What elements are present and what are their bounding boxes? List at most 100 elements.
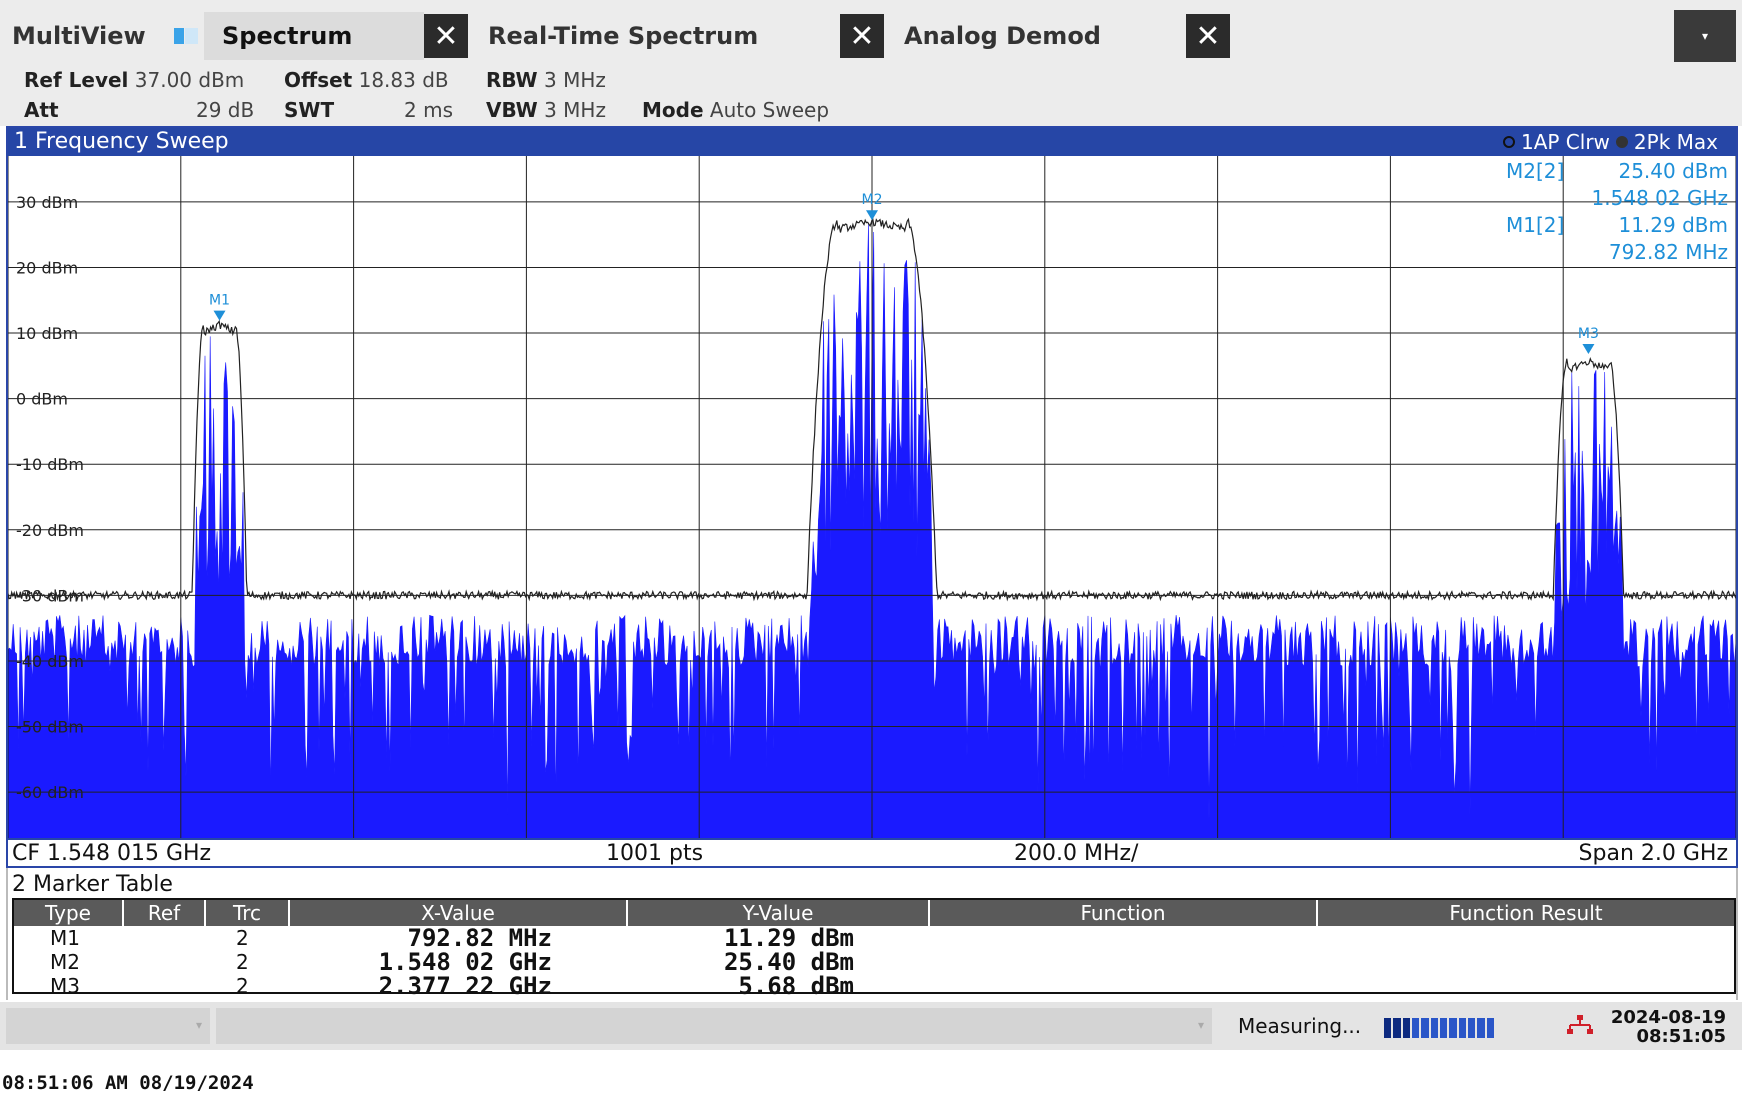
att-label: Att — [24, 98, 59, 122]
marker-readout-y-value: 25.40 dBm — [1618, 159, 1728, 183]
measurement-settings: Ref Level 37.00 dBm Offset 18.83 dB RBW … — [0, 64, 1742, 126]
marker-trace: 2 — [236, 974, 249, 998]
frequency-sweep-window[interactable]: 1 Frequency Sweep 1AP Clrw 2Pk Max M1 M2 M… — [6, 126, 1738, 868]
marker-y-value: 5.68 dBm — [738, 972, 854, 1000]
sweep-title-bar: 1 Frequency Sweep 1AP Clrw 2Pk Max — [8, 128, 1736, 156]
marker-readout-group: M2[2] 25.40 dBm 1.548 02 GHz M1[2] 11.29 dBm… — [1506, 159, 1728, 264]
close-icon[interactable]: ✕ — [840, 14, 884, 58]
table-row[interactable]: M3 2 2.377 22 GHz 5.68 dBm — [14, 974, 1734, 998]
progress-segment — [1384, 1018, 1392, 1038]
y-tick-label: -60 dBm — [16, 783, 84, 802]
y-tick-label: -40 dBm — [16, 652, 84, 671]
status-field[interactable]: ▾ — [6, 1008, 210, 1044]
rbw-setting[interactable]: RBW 3 MHz — [486, 68, 606, 92]
spectrum-plot[interactable]: M1 M2 M3 30 dBm 20 dBm 10 dBm 0 dBm -10 dBm -20… — [8, 156, 1736, 838]
trace-legend: 1AP Clrw 2Pk Max — [1502, 130, 1718, 154]
marker-label: M3 — [1578, 326, 1599, 342]
table-row[interactable]: M2 2 1.548 02 GHz 25.40 dBm — [14, 950, 1734, 974]
progress-segment — [1393, 1018, 1401, 1038]
marker-table-window[interactable]: 2 Marker Table Type Ref Trc X-Value Y-Va… — [6, 868, 1738, 1000]
y-tick-label: 0 dBm — [16, 390, 68, 409]
progress-segment — [1439, 1018, 1448, 1038]
swt-value-holder: 2 ms — [404, 98, 453, 122]
close-icon[interactable]: ✕ — [1186, 14, 1230, 58]
marker-label: M1 — [209, 293, 230, 309]
trace-1-label: 1AP Clrw — [1520, 130, 1610, 154]
chevron-down-icon: ▾ — [195, 1018, 202, 1032]
marker-readout-x-value: 1.548 02 GHz — [1592, 186, 1728, 210]
multiview-icon — [174, 28, 198, 44]
att-setting[interactable]: Att — [24, 98, 59, 122]
frequency-per-division-label: 200.0 MHz/ — [1014, 841, 1139, 866]
tab-analog-demod[interactable]: Analog Demod — [890, 12, 1180, 60]
marker-triangle-icon — [213, 310, 226, 321]
column-header-type[interactable]: Type — [14, 900, 122, 926]
rbw-value: 3 MHz — [543, 68, 606, 92]
marker-label: M2 — [862, 192, 883, 208]
swt-value: 2 ms — [404, 98, 453, 122]
tab-spectrum-label: Spectrum — [222, 22, 353, 50]
progress-segment — [1449, 1018, 1457, 1038]
offset-setting[interactable]: Offset 18.83 dB — [284, 68, 449, 92]
offset-label: Offset — [284, 68, 353, 92]
status-time: 08:51:05 — [1636, 1026, 1726, 1047]
swt-setting[interactable]: SWT — [284, 98, 334, 122]
chevron-down-icon: ▾ — [1197, 1018, 1204, 1032]
marker-type: M2 — [50, 950, 80, 974]
marker-readout-x-value: 792.82 MHz — [1609, 240, 1728, 264]
y-tick-label: 20 dBm — [16, 258, 78, 277]
y-tick-label: 10 dBm — [16, 324, 78, 343]
ref-level-setting[interactable]: Ref Level 37.00 dBm — [24, 68, 244, 92]
tab-bar: MultiView Spectrum ✕ Real-Time Spectrum … — [0, 0, 1742, 70]
table-row[interactable]: M1 2 792.82 MHz 11.29 dBm — [14, 926, 1734, 950]
sweep-title: 1 Frequency Sweep — [14, 129, 229, 154]
marker-trace: 2 — [236, 950, 249, 974]
status-message-field[interactable]: ▾ — [216, 1008, 1212, 1044]
trace-1-indicator-icon — [1502, 136, 1515, 148]
column-header-ref[interactable]: Ref — [124, 900, 204, 926]
mode-setting[interactable]: Mode Auto Sweep — [642, 98, 829, 122]
marker-table: Type Ref Trc X-Value Y-Value Function Fu… — [12, 898, 1736, 998]
ref-level-value: 37.00 dBm — [134, 68, 245, 92]
sweep-points-label: 1001 pts — [606, 841, 704, 866]
column-header-y-value[interactable]: Y-Value — [628, 900, 928, 926]
y-tick-label: -10 dBm — [16, 455, 84, 474]
marker-trace: 2 — [236, 926, 249, 950]
y-tick-label: 30 dBm — [16, 193, 78, 212]
measuring-status: Measuring... — [1238, 1014, 1362, 1038]
column-header-function-result[interactable]: Function Result — [1318, 900, 1734, 926]
progress-segment — [1467, 1018, 1476, 1038]
tab-multiview-label: MultiView — [12, 22, 146, 50]
progress-segment — [1486, 1018, 1494, 1038]
tab-real-time-spectrum[interactable]: Real-Time Spectrum — [474, 12, 834, 60]
att-value-holder: 29 dB — [196, 98, 254, 122]
trace-2-indicator-icon — [1615, 136, 1628, 148]
column-header-trc[interactable]: Trc — [206, 900, 288, 926]
status-date: 2024-08-19 — [1610, 1007, 1726, 1028]
y-tick-label: -30 dBm — [16, 586, 84, 605]
center-frequency-label: CF 1.548 015 GHz — [12, 841, 212, 866]
measurement-progress-bar — [1384, 1018, 1494, 1038]
marker-readout-y-value: 11.29 dBm — [1618, 213, 1728, 237]
tab-analog-demod-label: Analog Demod — [904, 22, 1101, 50]
vbw-value: 3 MHz — [544, 98, 606, 122]
rbw-label: RBW — [486, 68, 538, 92]
network-icon[interactable] — [1566, 1014, 1594, 1036]
progress-segment — [1477, 1018, 1485, 1038]
swt-label: SWT — [284, 98, 335, 122]
column-header-x-value[interactable]: X-Value — [290, 900, 626, 926]
chevron-down-icon[interactable]: ▾ — [1674, 10, 1736, 62]
tab-spectrum[interactable]: Spectrum — [204, 12, 424, 60]
vbw-setting[interactable]: VBW 3 MHz — [486, 98, 606, 122]
marker-x-value: 2.377 22 GHz — [378, 972, 552, 1000]
progress-segment — [1430, 1018, 1438, 1038]
marker-x-value: 792.82 MHz — [407, 924, 553, 952]
close-icon[interactable]: ✕ — [424, 14, 468, 58]
status-datetime: 2024-08-19 08:51:05 — [1604, 1008, 1726, 1046]
status-bar: ▾ ▾ Measuring... 2024-08-19 08:51:05 — [0, 1002, 1742, 1050]
sweep-footer: CF 1.548 015 GHz 1001 pts 200.0 MHz/ Spa… — [8, 838, 1736, 866]
marker-x-value: 1.548 02 GHz — [378, 948, 552, 976]
ref-level-label: Ref Level — [24, 68, 129, 92]
column-header-function[interactable]: Function — [930, 900, 1316, 926]
marker-readout-label: M1[2] — [1506, 213, 1564, 237]
